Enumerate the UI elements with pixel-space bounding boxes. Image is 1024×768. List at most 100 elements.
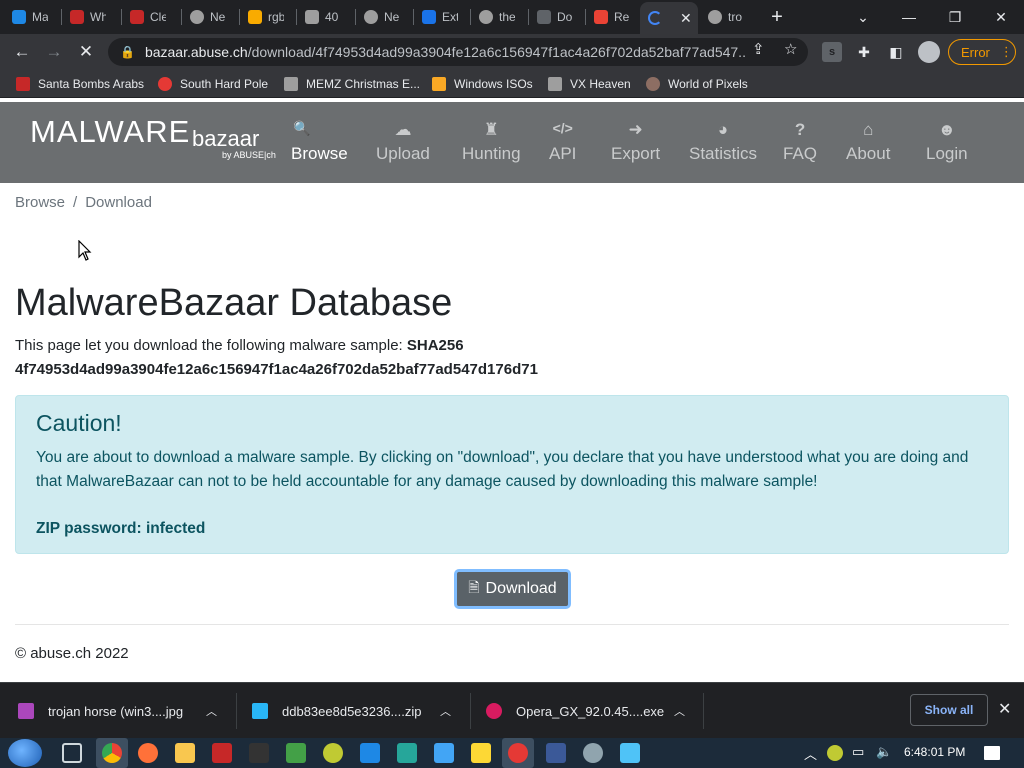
bookmark-favicon-icon: [548, 77, 562, 91]
firefox-icon[interactable]: [138, 743, 158, 763]
alert-title: Caution!: [36, 410, 122, 436]
chevron-up-icon[interactable]: ︿: [206, 703, 217, 719]
nav-login[interactable]: ☻ Login: [926, 120, 968, 164]
app-icon[interactable]: [397, 743, 417, 763]
zip-file-icon: [252, 703, 268, 719]
browser-tab[interactable]: Do: [529, 3, 573, 31]
taskbar-opera-gx[interactable]: [502, 738, 534, 768]
browser-tab[interactable]: 40: [297, 3, 341, 31]
bookmark-item[interactable]: South Hard Pole: [158, 75, 268, 93]
mouse-cursor-icon: [78, 240, 92, 261]
nav-faq[interactable]: ? FAQ: [783, 120, 817, 164]
settings-gear-icon[interactable]: [583, 743, 603, 763]
app-icon[interactable]: [434, 743, 454, 763]
close-tab-icon[interactable]: ✕: [680, 10, 692, 27]
minimize-button[interactable]: —: [886, 0, 932, 34]
browser-tab[interactable]: Ne: [182, 3, 226, 31]
nav-export[interactable]: ➜ Export: [611, 120, 660, 164]
opera-gx-icon: [508, 743, 528, 763]
volume-icon[interactable]: 🔈: [876, 744, 892, 760]
back-arrow-icon[interactable]: ←: [10, 40, 34, 64]
file-explorer-icon[interactable]: [175, 743, 195, 763]
app-icon[interactable]: [471, 743, 491, 763]
bookmark-item[interactable]: MEMZ Christmas E...: [284, 75, 420, 93]
user-icon: ☻: [937, 120, 956, 139]
close-window-button[interactable]: ✕: [978, 0, 1024, 34]
browser-tab[interactable]: Ext: [414, 3, 458, 31]
task-view-icon[interactable]: [62, 743, 82, 763]
footer-copyright: © abuse.ch 2022: [15, 645, 129, 662]
tab-favicon-icon: [305, 10, 319, 24]
start-button[interactable]: [8, 739, 42, 767]
browser-tab[interactable]: Ne: [356, 3, 400, 31]
browser-tab[interactable]: tro: [700, 3, 744, 31]
nav-browse[interactable]: 🔍 Browse: [291, 120, 348, 164]
loading-spinner-icon: [648, 11, 662, 25]
lock-icon[interactable]: 🔒: [120, 45, 135, 59]
new-tab-button[interactable]: +: [766, 6, 788, 29]
close-shelf-icon[interactable]: ✕: [998, 699, 1011, 719]
app-icon[interactable]: [212, 743, 232, 763]
nav-upload[interactable]: ☁ Upload: [376, 120, 430, 164]
browser-tab[interactable]: Wh: [62, 3, 106, 31]
bookmark-item[interactable]: VX Heaven: [548, 75, 631, 93]
chevron-up-icon[interactable]: ︿: [674, 703, 685, 719]
address-bar[interactable]: 🔒 bazaar.abuse.ch/download/4f74953d4ad99…: [108, 38, 808, 66]
download-button[interactable]: 🗎 Download: [454, 569, 571, 609]
tray-app-icon[interactable]: [827, 745, 843, 761]
browser-tab[interactable]: Re: [586, 3, 630, 31]
code-icon: </>: [552, 120, 573, 136]
extension-puzzle-icon: [422, 10, 436, 24]
facebook-icon[interactable]: [546, 743, 566, 763]
download-item[interactable]: Opera_GX_92.0.45....exe ︿: [486, 683, 696, 739]
extensions-puzzle-icon[interactable]: ✚: [854, 42, 874, 62]
tab-favicon-icon: [190, 10, 204, 24]
browser-tab[interactable]: Cle: [122, 3, 166, 31]
taskbar-chrome[interactable]: [96, 738, 128, 768]
question-circle-icon: ?: [794, 120, 806, 139]
tab-favicon-icon: [364, 10, 378, 24]
app-icon[interactable]: [360, 743, 380, 763]
url-path: /download/4f74953d4ad99a3904fe12a6c15694…: [247, 44, 745, 60]
browser-tab[interactable]: rgb: [240, 3, 284, 31]
nav-api[interactable]: </> API: [549, 120, 576, 164]
nav-about[interactable]: ⌂ About: [846, 120, 890, 164]
side-panel-icon[interactable]: ◧: [886, 42, 906, 62]
app-icon[interactable]: [286, 743, 306, 763]
tab-strip: Ma Wh Cle Ne rgb 40 Ne Ext the Do Re ✕ t…: [0, 0, 1024, 34]
browser-tab[interactable]: the: [471, 3, 515, 31]
browser-tab[interactable]: Ma: [4, 3, 48, 31]
google-icon: [708, 10, 722, 24]
image-file-icon: [18, 703, 34, 719]
page-title: MalwareBazaar Database: [15, 282, 453, 324]
nav-statistics[interactable]: ◕ Statistics: [689, 120, 757, 164]
download-item[interactable]: ddb83ee8d5e3236....zip ︿: [252, 683, 462, 739]
forward-arrow-icon[interactable]: →: [42, 40, 66, 64]
breadcrumb-browse-link[interactable]: Browse: [15, 194, 65, 211]
google-icon: [479, 10, 493, 24]
network-icon[interactable]: ▭: [852, 744, 864, 760]
bookmark-item[interactable]: Santa Bombs Arabs: [16, 75, 144, 93]
restore-button[interactable]: ❐: [932, 0, 978, 34]
download-item[interactable]: trojan horse (win3....jpg ︿: [18, 683, 228, 739]
taskbar-clock[interactable]: 6:48:01 PM: [904, 745, 965, 759]
stop-loading-icon[interactable]: ✕: [74, 40, 98, 64]
tab-search-chevron-icon[interactable]: ⌄: [840, 0, 886, 34]
bookmark-star-icon[interactable]: ☆: [784, 40, 797, 58]
tray-chevron-up-icon[interactable]: ︿: [804, 744, 817, 763]
tab-favicon-icon: [70, 10, 84, 24]
extension-s-icon[interactable]: s: [822, 42, 842, 62]
notifications-icon[interactable]: [984, 746, 1000, 760]
app-icon[interactable]: [323, 743, 343, 763]
browser-tab-active[interactable]: ✕: [640, 2, 698, 34]
app-icon[interactable]: [620, 743, 640, 763]
bookmark-item[interactable]: World of Pixels: [646, 75, 748, 93]
show-all-button[interactable]: Show all: [910, 694, 988, 726]
chevron-up-icon[interactable]: ︿: [440, 703, 451, 719]
profile-avatar[interactable]: [918, 41, 940, 63]
error-menu-button[interactable]: Error ⋮: [948, 39, 1016, 65]
nav-hunting[interactable]: ♜ Hunting: [462, 120, 521, 164]
share-icon[interactable]: ⇪: [752, 40, 765, 58]
bookmark-item[interactable]: Windows ISOs: [432, 75, 533, 93]
seven-zip-icon[interactable]: [249, 743, 269, 763]
